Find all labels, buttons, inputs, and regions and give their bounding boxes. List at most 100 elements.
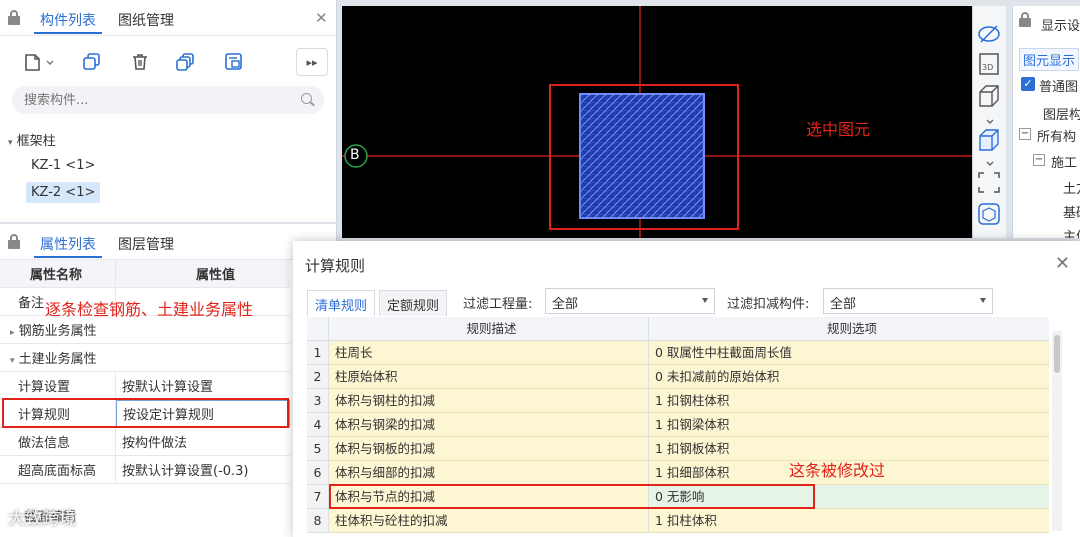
tree-item-main[interactable]: 主体 — [1063, 226, 1080, 238]
new-icon — [25, 54, 53, 71]
annotation-check-properties: 逐条检查钢筋、土建业务属性 — [45, 300, 254, 319]
table-row[interactable]: 5 体积与钢板的扣减 1 扣钢板体积 — [307, 437, 1049, 461]
property-table-header: 属性名称 属性值 — [0, 260, 290, 288]
new-component-button[interactable] — [14, 48, 62, 76]
tree-item-foundation[interactable]: 基础 — [1063, 202, 1080, 221]
table-row[interactable]: 3 体积与钢柱的扣减 1 扣钢柱体积 — [307, 389, 1049, 413]
tab-layer-management[interactable]: 图层管理 — [112, 232, 180, 256]
rule-description: 柱原始体积 — [329, 365, 649, 389]
dynamic-observe-icon — [978, 203, 1000, 225]
filter-quantity-select[interactable]: 全部 — [545, 288, 715, 314]
copy-button[interactable] — [76, 48, 108, 76]
display-panel-title: 显示设 — [1041, 19, 1080, 34]
col-property-value: 属性值 — [196, 268, 236, 283]
property-name: 超高底面标高 — [0, 456, 116, 483]
table-row[interactable]: 6 体积与细部的扣减 1 扣细部体积 — [307, 461, 1049, 485]
modified-row-highlight-box — [329, 484, 815, 509]
layer-column-header: 图层构 — [1043, 108, 1080, 123]
view-toolbar-icons: 3D — [978, 25, 1000, 225]
layer-copy-button[interactable] — [170, 48, 202, 76]
pin-lock-icon[interactable] — [1019, 12, 1031, 28]
tree-group-label: 框架柱 — [16, 134, 56, 149]
col-property-name: 属性名称 — [0, 260, 116, 287]
table-row[interactable]: 8 柱体积与砼柱的扣减 1 扣柱体积 — [307, 509, 1049, 533]
property-group-civil[interactable]: ▾ 土建业务属性 — [0, 344, 290, 372]
property-value[interactable]: 按构件做法 — [116, 428, 290, 455]
row-index: 1 — [307, 341, 329, 365]
search-component-input[interactable] — [12, 86, 324, 114]
row-index: 8 — [307, 509, 329, 533]
component-panel-tabbar: 构件列表 图纸管理 ✕ — [0, 0, 336, 36]
floor-copy-button[interactable] — [218, 48, 250, 76]
pin-lock-icon[interactable] — [8, 10, 20, 26]
property-name: 做法信息 — [0, 428, 116, 455]
rule-description: 体积与钢板的扣减 — [329, 437, 649, 461]
selection-highlight-box — [549, 84, 739, 230]
component-list-panel: 构件列表 图纸管理 ✕ ▸▸ ▾ 框架柱 KZ-1 <1> KZ-2 <1> — [0, 0, 337, 222]
tab-quota-rules[interactable]: 定额规则 — [379, 290, 448, 316]
filter-quantity-label: 过滤工程量: — [463, 297, 533, 312]
layer-copy-icon — [176, 53, 194, 71]
property-row-method-info[interactable]: 做法信息 按构件做法 — [0, 428, 290, 456]
tree-item-construction[interactable]: 施工 — [1051, 152, 1077, 171]
rule-option[interactable]: 1 扣钢柱体积 — [649, 389, 1049, 413]
display-settings-panel: 显示设 图元显示 ✓ 普通图 图层构 − 所有构 − 施工 土方 基础 主体 — [1012, 6, 1080, 238]
tree-item-earthwork[interactable]: 土方 — [1063, 178, 1080, 197]
table-row[interactable]: 1 柱周长 0 取属性中柱截面周长值 — [307, 341, 1049, 365]
view-toolbar: 3D — [972, 6, 1006, 238]
calculation-rule-dialog: 计算规则 ✕ 清单规则 定额规则 过滤工程量: 全部 过滤扣减构件: 全部 规则… — [293, 241, 1080, 537]
annotation-selected-element: 选中图元 — [806, 120, 871, 139]
watermark: 大致跨境 — [8, 509, 76, 529]
filter-deduct-select[interactable]: 全部 — [823, 288, 993, 314]
close-icon[interactable]: ✕ — [1055, 253, 1070, 274]
more-tools-button[interactable]: ▸▸ — [296, 48, 328, 76]
header-index — [307, 317, 329, 341]
checkbox-label: 普通图 — [1039, 80, 1079, 95]
cube-shaded-icon — [979, 129, 999, 151]
close-icon[interactable]: ✕ — [315, 9, 328, 27]
select-value: 全部 — [830, 297, 857, 312]
rule-option[interactable]: 0 未扣减前的原始体积 — [649, 365, 1049, 389]
row-index: 3 — [307, 389, 329, 413]
tab-property-list[interactable]: 属性列表 — [34, 232, 102, 258]
drawing-viewport[interactable]: B 选中图元 — [342, 6, 972, 238]
row-index: 6 — [307, 461, 329, 485]
tree-item-all[interactable]: 所有构 — [1037, 126, 1076, 145]
tab-component-list[interactable]: 构件列表 — [34, 8, 102, 34]
search-icon[interactable] — [301, 93, 312, 104]
rule-option[interactable]: 1 扣柱体积 — [649, 509, 1049, 533]
tab-bill-rules[interactable]: 清单规则 — [307, 290, 376, 316]
scrollbar-thumb[interactable] — [1054, 335, 1060, 373]
group-label: 钢筋业务属性 — [18, 324, 97, 339]
delete-button[interactable] — [124, 48, 156, 76]
property-row-elevation[interactable]: 超高底面标高 按默认计算设置(-0.3) — [0, 456, 290, 484]
row-index: 4 — [307, 413, 329, 437]
annotation-modified: 这条被修改过 — [789, 461, 886, 480]
collapse-arrow-icon[interactable]: ▾ — [8, 138, 13, 148]
tab-drawing-management[interactable]: 图纸管理 — [112, 8, 180, 32]
grid-scrollbar[interactable] — [1052, 331, 1062, 531]
col-rule-option: 规则选项 — [649, 317, 1049, 341]
property-panel-tabbar: 属性列表 图层管理 — [0, 224, 336, 260]
tree-toggle-icon[interactable]: − — [1019, 128, 1031, 140]
row-index: 2 — [307, 365, 329, 389]
property-row-calc-setting[interactable]: 计算设置 按默认计算设置 — [0, 372, 290, 400]
row-index: 7 — [307, 485, 329, 509]
tree-item-kz2[interactable]: KZ-2 <1> — [26, 182, 101, 203]
normal-checkbox[interactable]: ✓ — [1021, 77, 1035, 91]
svg-text:3D: 3D — [982, 63, 993, 72]
tree-item-kz1[interactable]: KZ-1 <1> — [26, 155, 100, 176]
rule-description: 体积与细部的扣减 — [329, 461, 649, 485]
pin-lock-icon[interactable] — [8, 234, 20, 250]
table-row[interactable]: 2 柱原始体积 0 未扣减前的原始体积 — [307, 365, 1049, 389]
rule-option[interactable]: 0 取属性中柱截面周长值 — [649, 341, 1049, 365]
table-row[interactable]: 4 体积与钢梁的扣减 1 扣钢梁体积 — [307, 413, 1049, 437]
tree-toggle-icon[interactable]: − — [1033, 154, 1045, 166]
tree-group-frame-column[interactable]: ▾ 框架柱 — [8, 130, 56, 149]
rule-option[interactable]: 1 扣钢梁体积 — [649, 413, 1049, 437]
property-value[interactable]: 按默认计算设置(-0.3) — [116, 456, 290, 483]
property-group-rebar[interactable]: ▸ 钢筋业务属性 — [0, 316, 290, 344]
col-rule-description: 规则描述 — [329, 317, 649, 341]
property-value[interactable]: 按默认计算设置 — [116, 372, 290, 399]
tab-element-display[interactable]: 图元显示 — [1019, 48, 1080, 71]
